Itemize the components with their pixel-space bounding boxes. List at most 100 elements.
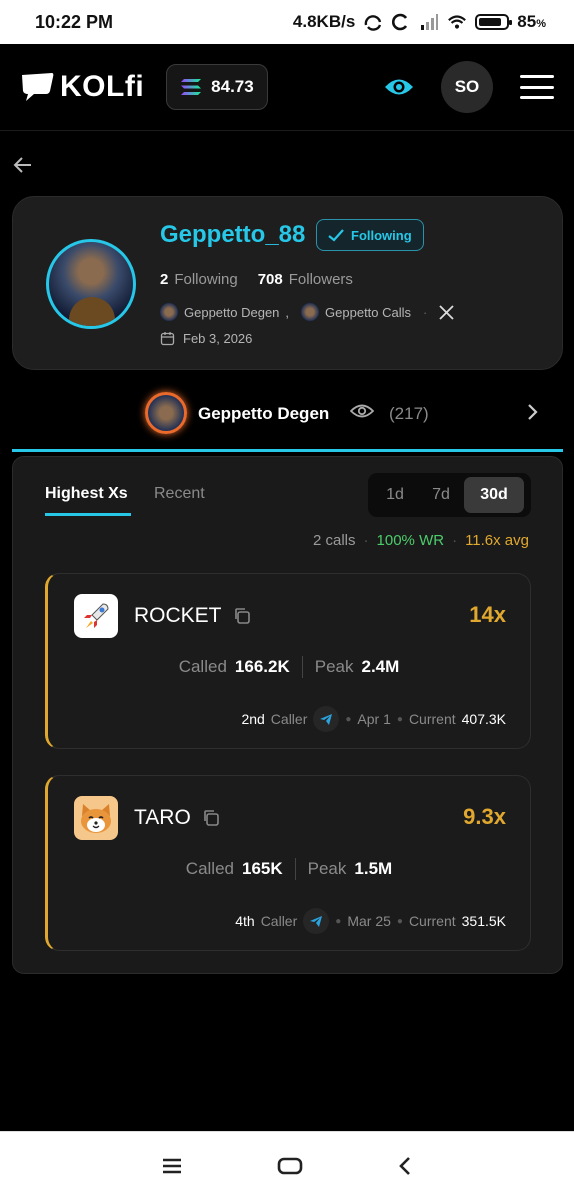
call-date: Mar 25 — [347, 913, 391, 929]
channel-avatar — [145, 392, 187, 434]
sync-icon — [364, 15, 382, 31]
current-value: 351.5K — [461, 913, 506, 929]
call-card[interactable]: TARO 9.3x Called 165K Peak 1.5M 4th Call… — [45, 775, 531, 951]
wallet-balance[interactable]: 84.73 — [166, 64, 268, 110]
copy-icon[interactable] — [233, 607, 251, 625]
followers-label[interactable]: Followers — [289, 271, 353, 288]
linked-channel-1[interactable]: Geppetto Degen — [184, 305, 279, 320]
channel-mini-avatar — [301, 303, 320, 321]
dot-separator: · — [363, 532, 369, 549]
caller-rank: 2nd — [241, 711, 265, 727]
status-time: 10:22 PM — [35, 11, 114, 32]
current-label: Current — [408, 913, 456, 929]
status-bar: 10:22 PM 4.8KB/s 85% — [0, 0, 574, 44]
time-range-selector: 1d 7d 30d — [368, 473, 531, 517]
telegram-icon[interactable] — [303, 908, 330, 934]
called-label: Called — [178, 657, 227, 676]
hamburger-menu-button[interactable] — [520, 75, 554, 99]
followers-count: 708 — [257, 271, 283, 288]
channel-active-indicator — [12, 449, 563, 452]
data-saver-icon — [392, 13, 408, 31]
channel-name: Geppetto Degen — [198, 404, 330, 423]
x-twitter-icon[interactable] — [439, 304, 455, 320]
battery-icon — [475, 14, 513, 30]
peak-value: 2.4M — [361, 657, 400, 676]
status-indicators: 4.8KB/s 85% — [293, 12, 546, 32]
caller-label: Caller — [270, 711, 308, 727]
system-nav-bar — [0, 1131, 574, 1200]
caller-row: 2nd Caller ● Apr 1 ● Current 407.3K — [241, 706, 506, 732]
back-arrow-icon[interactable] — [12, 154, 34, 176]
speech-bubble-icon — [22, 73, 54, 101]
tab-highest-xs[interactable]: Highest Xs — [45, 485, 131, 516]
called-value: 166.2K — [234, 657, 290, 676]
call-card[interactable]: ROCKET 14x Called 166.2K Peak 2.4M 2nd C… — [45, 573, 531, 749]
channel-viewer-count: (217) — [389, 404, 429, 423]
caller-rank: 4th — [235, 913, 255, 929]
join-date: Feb 3, 2026 — [160, 331, 252, 346]
bullet-separator: ● — [335, 915, 342, 927]
caller-label: Caller — [260, 913, 298, 929]
follow-counts: 2 Following 708 Followers — [160, 271, 353, 288]
range-1d-button[interactable]: 1d — [372, 477, 418, 513]
check-icon — [328, 228, 344, 242]
calls-summary: 2 calls · 100% WR · 11.6x avg — [313, 532, 529, 549]
recent-apps-icon[interactable] — [162, 1158, 182, 1174]
call-date: Apr 1 — [357, 711, 391, 727]
range-30d-button[interactable]: 30d — [464, 477, 524, 513]
kolfi-logo[interactable]: KOLfi — [20, 70, 144, 104]
menu-line — [520, 96, 554, 99]
telegram-icon[interactable] — [313, 706, 340, 732]
average-multiplier: 11.6x avg — [465, 532, 529, 549]
called-peak-row: Called 166.2K Peak 2.4M — [48, 656, 530, 678]
battery-level: 85% — [517, 12, 546, 31]
linked-channel-2[interactable]: Geppetto Calls — [325, 305, 411, 320]
channel-selector[interactable]: Geppetto Degen (217) — [12, 388, 563, 440]
multiplier: 14x — [469, 602, 506, 627]
eye-icon — [385, 79, 413, 95]
user-avatar-button[interactable]: SO — [441, 61, 493, 113]
range-7d-button[interactable]: 7d — [418, 477, 464, 513]
dot-separator: · — [423, 304, 428, 320]
divider — [301, 656, 303, 678]
network-speed: 4.8KB/s — [292, 12, 356, 31]
channel-mini-avatar — [160, 303, 178, 321]
dot-separator: · — [452, 532, 458, 549]
multiplier: 9.3x — [463, 804, 506, 829]
balance-value: 84.73 — [211, 77, 254, 96]
logo-text: KOLfi — [60, 70, 145, 103]
current-value: 407.3K — [461, 711, 506, 727]
following-count: 2 — [160, 271, 169, 288]
linked-channels: Geppetto Degen , Geppetto Calls · — [160, 303, 455, 321]
solana-icon — [181, 79, 202, 95]
token-name: TARO — [134, 806, 191, 829]
rocket-icon — [74, 594, 118, 638]
profile-card: Geppetto_88 Following 2 Following 708 Fo… — [12, 196, 563, 370]
following-badge-label: Following — [351, 227, 412, 243]
menu-line — [520, 85, 554, 89]
following-label[interactable]: Following — [174, 271, 237, 288]
join-date-text: Feb 3, 2026 — [183, 331, 253, 346]
home-icon[interactable] — [277, 1156, 303, 1176]
win-rate: 100% WR — [376, 532, 445, 549]
divider — [294, 858, 296, 880]
shiba-icon — [74, 796, 118, 840]
caller-row: 4th Caller ● Mar 25 ● Current 351.5K — [235, 908, 506, 934]
calendar-icon — [160, 332, 175, 346]
visibility-toggle-button[interactable] — [382, 70, 416, 104]
app-header: KOLfi 84.73 SO — [0, 44, 574, 131]
back-icon[interactable] — [398, 1156, 412, 1176]
current-label: Current — [408, 711, 456, 727]
eye-icon — [350, 404, 374, 418]
tab-recent[interactable]: Recent — [154, 485, 205, 503]
peak-label: Peak — [314, 657, 354, 676]
peak-value: 1.5M — [354, 859, 393, 878]
calls-count: 2 calls — [313, 532, 356, 549]
wifi-icon — [448, 15, 467, 29]
called-value: 165K — [242, 859, 283, 878]
linked-separator: , — [285, 304, 290, 320]
chevron-right-icon[interactable] — [525, 402, 539, 422]
menu-line — [520, 75, 554, 78]
copy-icon[interactable] — [202, 809, 220, 827]
following-button[interactable]: Following — [316, 219, 424, 251]
